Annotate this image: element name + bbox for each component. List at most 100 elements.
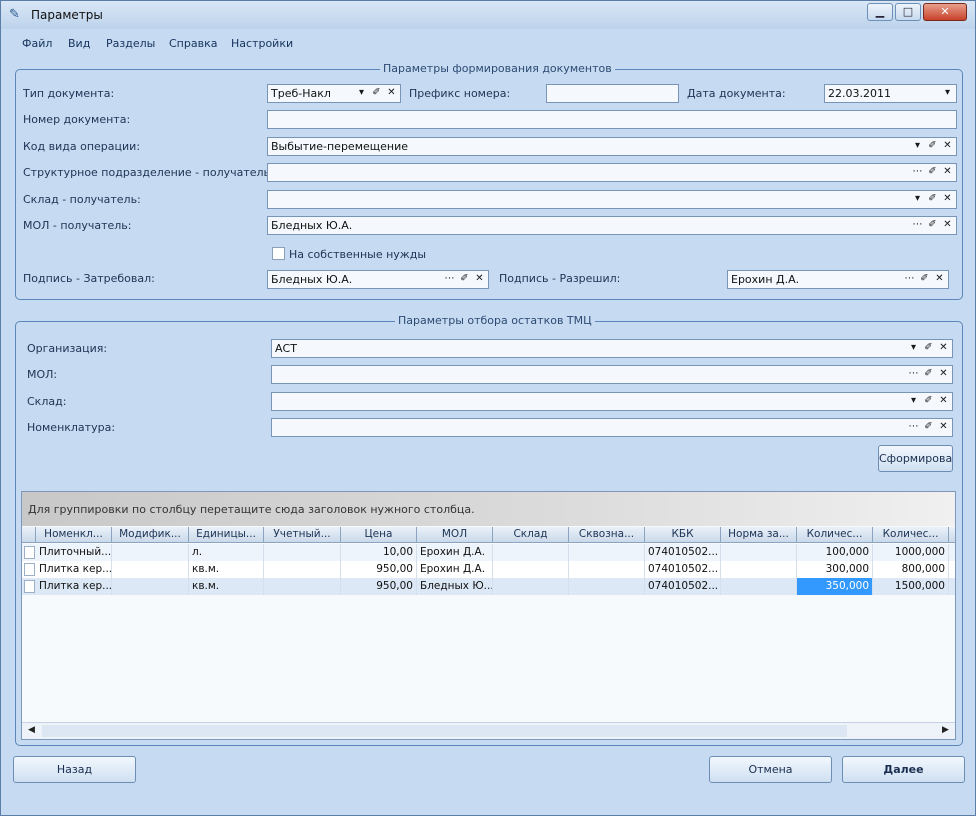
menu-sections[interactable]: Разделы: [106, 37, 155, 50]
table-cell[interactable]: кв.м.: [189, 578, 264, 595]
table-cell[interactable]: 10,00: [341, 544, 417, 561]
scrollbar-thumb[interactable]: [42, 725, 847, 737]
dropdown-arrow-icon[interactable]: ▾: [906, 341, 921, 356]
menu-help[interactable]: Справка: [169, 37, 217, 50]
table-cell[interactable]: 300,000: [797, 561, 873, 578]
edit-pick-icon[interactable]: ✐: [921, 341, 936, 356]
clear-icon[interactable]: ✕: [936, 367, 951, 382]
allowed-field[interactable]: Ерохин Д.А. ⋯ ✐ ✕: [727, 270, 949, 289]
minimize-button[interactable]: ▁: [867, 3, 893, 21]
table-cell[interactable]: 350,000: [797, 578, 873, 595]
col-modification[interactable]: Модифик...: [112, 527, 189, 543]
next-button[interactable]: Далее: [842, 756, 965, 783]
edit-pick-icon[interactable]: ✐: [925, 165, 940, 180]
table-cell[interactable]: [264, 544, 341, 561]
table-cell[interactable]: 950,00: [341, 561, 417, 578]
edit-pick-icon[interactable]: ✐: [921, 367, 936, 382]
table-cell[interactable]: Ерохин Д.А.: [417, 561, 493, 578]
ellipsis-icon[interactable]: ⋯: [906, 367, 921, 382]
row-selector[interactable]: [24, 546, 35, 559]
table-cell[interactable]: Плитка кер...: [36, 561, 112, 578]
table-cell[interactable]: 074010502...: [645, 544, 721, 561]
table-cell[interactable]: 1000,000: [873, 544, 949, 561]
table-cell[interactable]: 1500,000: [873, 578, 949, 595]
menu-view[interactable]: Вид: [68, 37, 90, 50]
dept-field[interactable]: ⋯ ✐ ✕: [267, 163, 957, 182]
ellipsis-icon[interactable]: ⋯: [442, 272, 457, 287]
row-selector[interactable]: [24, 563, 35, 576]
table-cell[interactable]: [569, 561, 645, 578]
table-cell[interactable]: 100,000: [797, 544, 873, 561]
clear-icon[interactable]: ✕: [940, 218, 955, 233]
edit-pick-icon[interactable]: ✐: [925, 139, 940, 154]
table-cell[interactable]: [569, 578, 645, 595]
table-cell[interactable]: [721, 561, 797, 578]
table-cell[interactable]: [493, 561, 569, 578]
own-needs-checkbox[interactable]: [272, 247, 285, 260]
edit-pick-icon[interactable]: ✐: [917, 272, 932, 287]
dropdown-arrow-icon[interactable]: ▾: [910, 139, 925, 154]
doc-number-input[interactable]: [267, 110, 957, 129]
table-cell[interactable]: [112, 544, 189, 561]
col-price[interactable]: Цена: [341, 527, 417, 543]
clear-icon[interactable]: ✕: [940, 139, 955, 154]
table-cell[interactable]: [112, 561, 189, 578]
menu-settings[interactable]: Настройки: [231, 37, 293, 50]
table-cell[interactable]: Плиточный...: [36, 544, 112, 561]
ellipsis-icon[interactable]: ⋯: [910, 165, 925, 180]
dropdown-arrow-icon[interactable]: ▾: [906, 394, 921, 409]
scroll-right-icon[interactable]: ▶: [942, 725, 949, 735]
menu-file[interactable]: Файл: [22, 37, 52, 50]
table-cell[interactable]: [264, 561, 341, 578]
edit-pick-icon[interactable]: ✐: [457, 272, 472, 287]
col-kbk[interactable]: КБК: [645, 527, 721, 543]
table-cell[interactable]: [721, 544, 797, 561]
warehouse-field[interactable]: ▾ ✐ ✕: [267, 190, 957, 209]
table-cell[interactable]: 074010502...: [645, 578, 721, 595]
table-row[interactable]: Плитка кер... кв.м. 950,00 Ерохин Д.А. 07401…: [22, 561, 955, 578]
form-button[interactable]: Сформировать: [878, 445, 953, 472]
calendar-dropdown-icon[interactable]: ▾: [940, 86, 955, 101]
table-row[interactable]: Плиточный... л. 10,00 Ерохин Д.А. 074010502.…: [22, 544, 955, 561]
clear-icon[interactable]: ✕: [936, 394, 951, 409]
cancel-button[interactable]: Отмена: [709, 756, 832, 783]
clear-icon[interactable]: ✕: [936, 420, 951, 435]
clear-icon[interactable]: ✕: [472, 272, 487, 287]
group-by-hint[interactable]: Для группировки по столбцу перетащите сю…: [22, 492, 955, 526]
ellipsis-icon[interactable]: ⋯: [902, 272, 917, 287]
clear-icon[interactable]: ✕: [940, 192, 955, 207]
table-row[interactable]: Плитка кер... кв.м. 950,00 Бледных Ю... 0740…: [22, 578, 955, 595]
doc-type-field[interactable]: Треб-Накл ▾ ✐ ✕: [267, 84, 401, 103]
stock-mol-field[interactable]: ⋯ ✐ ✕: [271, 365, 953, 384]
clear-icon[interactable]: ✕: [932, 272, 947, 287]
mol-field[interactable]: Бледных Ю.А. ⋯ ✐ ✕: [267, 216, 957, 235]
col-quantity-1[interactable]: Количес...: [797, 527, 873, 543]
date-field[interactable]: 22.03.2011 ▾: [824, 84, 957, 103]
table-cell[interactable]: 074010502...: [645, 561, 721, 578]
dropdown-arrow-icon[interactable]: ▾: [354, 86, 369, 101]
edit-pick-icon[interactable]: ✐: [369, 86, 384, 101]
dropdown-arrow-icon[interactable]: ▾: [910, 192, 925, 207]
ellipsis-icon[interactable]: ⋯: [906, 420, 921, 435]
table-cell[interactable]: 950,00: [341, 578, 417, 595]
prefix-input[interactable]: [546, 84, 679, 103]
clear-icon[interactable]: ✕: [936, 341, 951, 356]
row-selector[interactable]: [24, 580, 35, 593]
table-cell[interactable]: Плитка кер...: [36, 578, 112, 595]
stock-warehouse-field[interactable]: ▾ ✐ ✕: [271, 392, 953, 411]
edit-pick-icon[interactable]: ✐: [921, 394, 936, 409]
table-cell[interactable]: [493, 578, 569, 595]
col-units[interactable]: Единицы...: [189, 527, 264, 543]
col-accounting[interactable]: Учетный...: [264, 527, 341, 543]
table-cell[interactable]: 800,000: [873, 561, 949, 578]
table-cell[interactable]: Бледных Ю...: [417, 578, 493, 595]
clear-icon[interactable]: ✕: [384, 86, 399, 101]
table-cell[interactable]: л.: [189, 544, 264, 561]
horizontal-scrollbar[interactable]: ◀ ▶: [22, 722, 955, 739]
edit-pick-icon[interactable]: ✐: [921, 420, 936, 435]
ellipsis-icon[interactable]: ⋯: [910, 218, 925, 233]
requested-field[interactable]: Бледных Ю.А. ⋯ ✐ ✕: [267, 270, 489, 289]
col-warehouse[interactable]: Склад: [493, 527, 569, 543]
stock-grid[interactable]: Для группировки по столбцу перетащите сю…: [21, 491, 956, 740]
col-mol[interactable]: МОЛ: [417, 527, 493, 543]
